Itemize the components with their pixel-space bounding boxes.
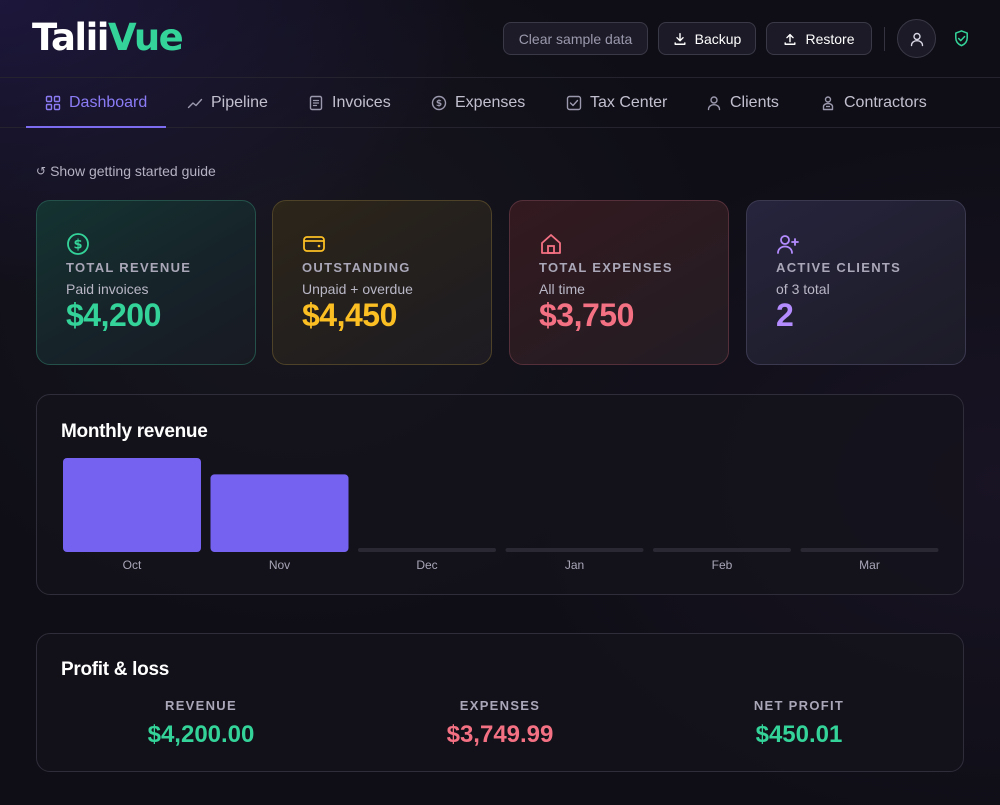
tab-tax-center-label: Tax Center xyxy=(590,94,668,111)
chart-tick-label: Nov xyxy=(269,558,290,572)
app-logo[interactable]: TaliiVue xyxy=(32,14,184,62)
shield-check-icon[interactable] xyxy=(952,29,971,48)
download-icon xyxy=(674,32,686,45)
pnl-revenue-label: REVENUE xyxy=(165,698,237,713)
chart-bar-jan xyxy=(505,548,644,552)
checkbox-icon xyxy=(566,95,582,111)
clear-sample-data-button[interactable]: Clear sample data xyxy=(503,22,648,55)
app-header: TaliiVue Clear sample data Backup Restor… xyxy=(0,0,1000,78)
pnl-expenses: EXPENSES $3,749.99 xyxy=(360,698,640,749)
stat-subtitle: Unpaid + overdue xyxy=(302,281,413,297)
tab-pipeline[interactable]: Pipeline xyxy=(187,79,268,127)
tab-dashboard-label: Dashboard xyxy=(69,94,148,111)
grid-icon xyxy=(45,95,61,111)
stat-value: $3,750 xyxy=(539,297,634,333)
getting-started-guide-label: Show getting started guide xyxy=(50,163,216,179)
stat-subtitle: of 3 total xyxy=(776,281,830,297)
getting-started-guide-link[interactable]: ↺ Show getting started guide xyxy=(36,163,216,179)
tab-expenses[interactable]: $ Expenses xyxy=(431,79,525,127)
chart-tick-label: Dec xyxy=(416,558,437,572)
dollar-circle-icon: $ xyxy=(67,233,89,255)
tab-invoices-label: Invoices xyxy=(332,94,391,111)
stat-title: TOTAL REVENUE xyxy=(66,260,192,275)
dollar-circle-icon: $ xyxy=(431,95,447,111)
svg-text:$: $ xyxy=(73,238,82,253)
chart-tick-label: Oct xyxy=(123,558,142,572)
stat-title: OUTSTANDING xyxy=(302,260,411,275)
worker-icon xyxy=(822,96,834,111)
chart-tick-label: Jan xyxy=(565,558,584,572)
refresh-icon: ↺ xyxy=(36,164,47,178)
chart-bar-dec xyxy=(358,548,496,552)
pnl-revenue: REVENUE $4,200.00 xyxy=(61,698,341,749)
main-nav: Dashboard Pipeline Invoices $ Expenses T… xyxy=(0,79,1000,128)
backup-label: Backup xyxy=(694,30,742,47)
chart-tick-label: Mar xyxy=(859,558,880,572)
stat-card-active-clients: ACTIVE CLIENTS of 3 total 2 xyxy=(746,200,966,365)
logo-text-primary: Talii xyxy=(32,16,110,59)
tab-dashboard[interactable]: Dashboard xyxy=(25,79,167,128)
chart-bar-oct xyxy=(63,458,201,552)
pnl-revenue-value: $4,200.00 xyxy=(147,721,255,748)
revenue-bar-chart: Oct Nov Dec Jan Feb Mar xyxy=(63,458,939,572)
backup-button[interactable]: Backup xyxy=(658,22,756,55)
tab-contractors[interactable]: Contractors xyxy=(820,79,927,127)
stat-subtitle: Paid invoices xyxy=(66,281,149,297)
account-avatar-button[interactable] xyxy=(897,19,936,58)
tab-clients-label: Clients xyxy=(730,94,779,111)
document-icon xyxy=(309,95,323,111)
tab-invoices[interactable]: Invoices xyxy=(308,79,391,127)
monthly-revenue-panel: Monthly revenue Oct Nov Dec Jan Feb Mar xyxy=(36,394,964,595)
logo-text-accent: Vue xyxy=(108,16,184,59)
stat-value: 2 xyxy=(776,297,794,333)
svg-text:$: $ xyxy=(436,99,442,109)
tab-tax-center[interactable]: Tax Center xyxy=(566,79,667,127)
stat-title: TOTAL EXPENSES xyxy=(539,260,673,275)
stat-value: $4,200 xyxy=(66,297,161,333)
user-icon xyxy=(910,32,923,46)
clear-sample-data-label: Clear sample data xyxy=(518,30,633,47)
header-divider xyxy=(884,27,885,51)
tab-pipeline-label: Pipeline xyxy=(211,94,268,111)
tab-contractors-label: Contractors xyxy=(844,94,927,111)
stat-card-total-expenses: TOTAL EXPENSES All time $3,750 xyxy=(509,200,729,365)
wallet-icon xyxy=(303,236,325,252)
trend-icon xyxy=(187,98,203,109)
stat-title: ACTIVE CLIENTS xyxy=(776,260,902,275)
stat-value: $4,450 xyxy=(302,297,397,333)
chart-bar-mar xyxy=(800,548,939,552)
pnl-net-profit-value: $450.01 xyxy=(755,721,843,748)
pnl-net-profit: NET PROFIT $450.01 xyxy=(659,698,939,749)
pnl-title: Profit & loss xyxy=(61,659,170,680)
upload-icon xyxy=(784,33,796,45)
stat-card-outstanding: OUTSTANDING Unpaid + overdue $4,450 xyxy=(272,200,492,365)
profit-loss-panel: Profit & loss REVENUE $4,200.00 EXPENSES… xyxy=(36,633,964,772)
user-plus-icon xyxy=(777,235,799,254)
chart-bar-nov xyxy=(210,474,349,552)
stat-card-total-revenue: $ TOTAL REVENUE Paid invoices $4,200 xyxy=(36,200,256,365)
restore-button[interactable]: Restore xyxy=(766,22,872,55)
pnl-expenses-label: EXPENSES xyxy=(459,698,541,713)
stat-subtitle: All time xyxy=(539,281,585,297)
chart-tick-label: Feb xyxy=(712,558,733,572)
home-icon xyxy=(541,234,561,254)
pnl-expenses-value: $3,749.99 xyxy=(446,721,554,748)
tab-clients[interactable]: Clients xyxy=(706,79,779,127)
restore-label: Restore xyxy=(805,30,855,47)
pnl-net-profit-label: NET PROFIT xyxy=(753,698,845,713)
user-icon xyxy=(707,96,721,111)
tab-expenses-label: Expenses xyxy=(455,94,526,111)
chart-bar-feb xyxy=(653,548,791,552)
